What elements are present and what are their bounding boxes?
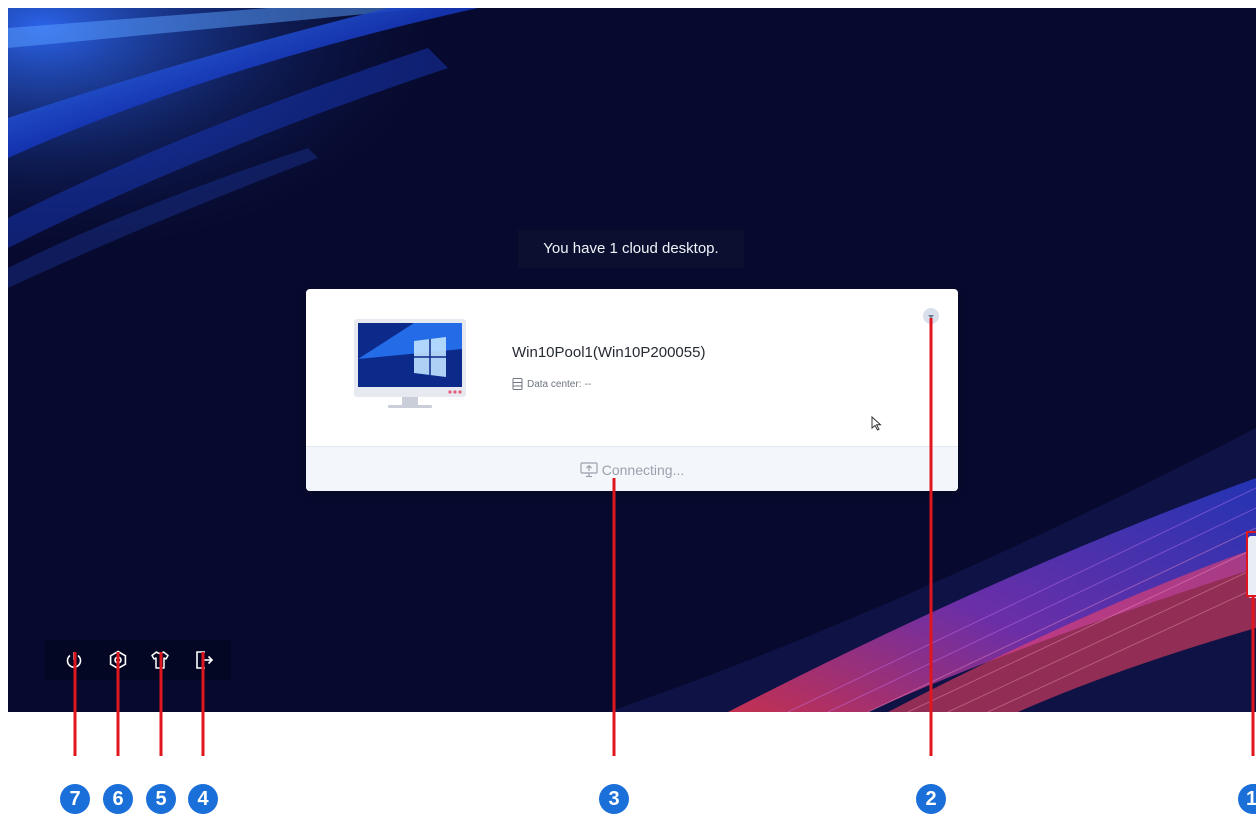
settings-button[interactable] bbox=[107, 649, 129, 671]
logout-icon bbox=[196, 651, 214, 669]
connect-status-bar[interactable]: Connecting... bbox=[306, 446, 958, 491]
callout-marker-5: 5 bbox=[146, 784, 176, 814]
data-center-row: Data center: -- bbox=[512, 377, 591, 391]
settings-icon bbox=[109, 650, 127, 670]
power-button[interactable] bbox=[63, 649, 85, 671]
callout-marker-6: 6 bbox=[103, 784, 133, 814]
desktop-screen: You have 1 cloud desktop. Win10Pool1(Win… bbox=[8, 8, 1256, 712]
cloud-desktop-count-banner: You have 1 cloud desktop. bbox=[518, 230, 744, 268]
callout-marker-1: 1 bbox=[1238, 784, 1256, 814]
callout-marker-2: 2 bbox=[916, 784, 946, 814]
callout-marker-4: 4 bbox=[188, 784, 218, 814]
data-center-value: -- bbox=[584, 378, 592, 390]
side-panel-handle[interactable] bbox=[1248, 536, 1256, 598]
theme-button[interactable] bbox=[149, 649, 171, 671]
bottom-toolbar bbox=[45, 640, 231, 680]
logout-button[interactable] bbox=[193, 649, 215, 671]
desktop-menu-button[interactable] bbox=[923, 308, 939, 324]
callout-marker-7: 7 bbox=[60, 784, 90, 814]
power-icon bbox=[66, 652, 82, 668]
connecting-status-text: Connecting... bbox=[601, 461, 685, 478]
monitor-upload-icon bbox=[580, 461, 598, 477]
server-icon bbox=[512, 378, 523, 390]
desktop-thumbnail-icon bbox=[354, 319, 466, 408]
theme-shirt-icon bbox=[151, 651, 169, 669]
cloud-desktop-card[interactable]: Win10Pool1(Win10P200055) Data center: -- bbox=[306, 289, 958, 491]
data-center-label: Data center: bbox=[527, 378, 582, 390]
desktop-name: Win10Pool1(Win10P200055) bbox=[512, 344, 706, 361]
chevron-down-icon bbox=[928, 315, 934, 319]
mouse-cursor-icon bbox=[871, 416, 882, 431]
callout-marker-3: 3 bbox=[599, 784, 629, 814]
